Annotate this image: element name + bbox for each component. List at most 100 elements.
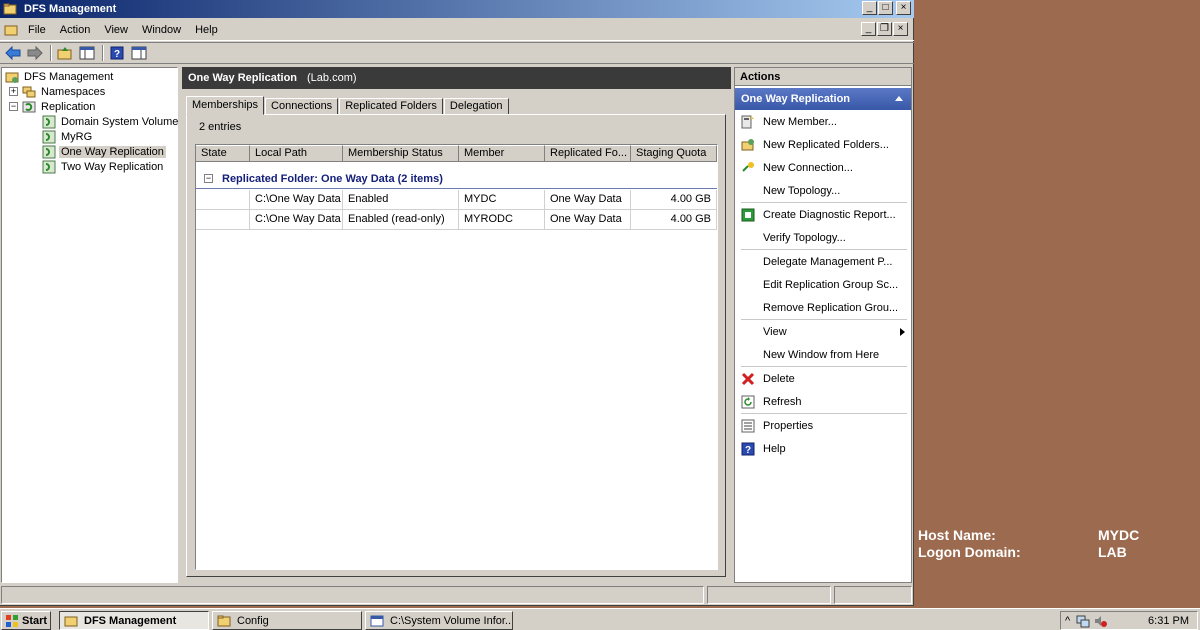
memberships-list: State Local Path Membership Status Membe…	[195, 144, 718, 570]
action-help[interactable]: ? Help	[735, 437, 911, 460]
tab-delegation[interactable]: Delegation	[443, 98, 509, 115]
column-staging-quota[interactable]: Staging Quota	[631, 145, 717, 162]
speaker-muted-icon[interactable]	[1093, 614, 1108, 628]
tree-label: Replication	[41, 100, 96, 113]
action-new-topology[interactable]: New Topology...	[735, 179, 911, 202]
menu-help[interactable]: Help	[188, 24, 225, 36]
action-label: New Connection...	[763, 161, 853, 174]
action-label: Delegate Management P...	[763, 255, 893, 268]
taskbar-item-system-volume-information[interactable]: C:\System Volume Infor...	[365, 611, 513, 630]
action-delegate-management[interactable]: Delegate Management P...	[735, 250, 911, 273]
replication-group-icon	[42, 160, 56, 173]
tree-node-myrg[interactable]: MyRG	[42, 129, 94, 144]
expand-button[interactable]: +	[9, 87, 18, 96]
action-edit-replication-group-schedule[interactable]: Edit Replication Group Sc...	[735, 273, 911, 296]
cell-local-path: C:\One Way Data	[250, 210, 343, 229]
submenu-arrow-icon	[900, 328, 905, 336]
tree-node-two-way-replication[interactable]: Two Way Replication	[42, 159, 165, 174]
help-icon: ?	[741, 442, 755, 456]
start-button[interactable]: Start	[1, 611, 51, 630]
maximize-button[interactable]: □	[878, 1, 893, 15]
blank-icon	[741, 278, 755, 292]
action-label: Verify Topology...	[763, 231, 846, 244]
replication-group-icon	[42, 145, 56, 158]
mdi-restore-button[interactable]: ❐	[877, 22, 892, 36]
tree-node-namespaces[interactable]: + Namespaces	[9, 84, 107, 99]
taskbar-item-label: C:\System Volume Infor...	[390, 614, 513, 627]
cell-membership-status: Enabled	[343, 190, 459, 209]
group-header[interactable]: − Replicated Folder: One Way Data (2 ite…	[196, 169, 717, 189]
column-member[interactable]: Member	[459, 145, 545, 162]
cell-local-path: C:\One Way Data	[250, 190, 343, 209]
taskbar-item-config[interactable]: Config	[212, 611, 362, 630]
collapse-button[interactable]: −	[9, 102, 18, 111]
mdi-minimize-button[interactable]: _	[861, 22, 876, 36]
tree-node-one-way-replication[interactable]: One Way Replication	[42, 144, 166, 159]
help-button[interactable]: ?	[107, 44, 127, 62]
menu-window[interactable]: Window	[135, 24, 188, 36]
status-panel-3	[834, 586, 912, 604]
menu-file[interactable]: File	[21, 24, 53, 36]
action-label: Remove Replication Grou...	[763, 301, 899, 314]
action-pane-icon	[131, 46, 147, 60]
dfs-management-icon	[5, 72, 19, 83]
action-properties[interactable]: Properties	[735, 414, 911, 437]
blank-icon	[741, 184, 755, 198]
list-header: State Local Path Membership Status Membe…	[196, 145, 717, 162]
tab-memberships[interactable]: Memberships	[186, 96, 265, 115]
action-remove-replication-group[interactable]: Remove Replication Grou...	[735, 296, 911, 319]
action-label: Edit Replication Group Sc...	[763, 278, 899, 291]
menu-view[interactable]: View	[97, 24, 135, 36]
actions-pane: Actions One Way Replication New Member..…	[734, 67, 912, 583]
host-name-value: MYDC	[1098, 527, 1140, 543]
toolbar: ?	[0, 42, 914, 64]
actions-section-header[interactable]: One Way Replication	[735, 88, 911, 110]
tree-node-replication[interactable]: − Replication	[9, 99, 97, 114]
show-hide-action-pane-button[interactable]	[129, 44, 149, 62]
action-new-replicated-folders[interactable]: New Replicated Folders...	[735, 133, 911, 156]
blank-icon	[741, 255, 755, 269]
group-collapse-button[interactable]: −	[204, 174, 213, 183]
mdi-close-button[interactable]: ×	[893, 22, 908, 36]
show-hide-tree-button[interactable]	[77, 44, 97, 62]
back-button[interactable]	[3, 44, 23, 62]
column-local-path[interactable]: Local Path	[250, 145, 343, 162]
action-create-diagnostic-report[interactable]: Create Diagnostic Report...	[735, 203, 911, 226]
minimize-button[interactable]: _	[862, 1, 877, 15]
tree-node-domain-system-volume[interactable]: Domain System Volume	[42, 114, 180, 129]
console-tree-icon	[79, 46, 95, 60]
folder-icon	[217, 615, 231, 626]
host-name-label: Host Name:	[918, 527, 996, 543]
close-button[interactable]: ×	[896, 1, 911, 15]
action-delete[interactable]: Delete	[735, 367, 911, 390]
table-row[interactable]: C:\One Way Data Enabled (read-only) MYRO…	[196, 210, 717, 230]
cell-member: MYDC	[459, 190, 545, 209]
table-row[interactable]: C:\One Way Data Enabled MYDC One Way Dat…	[196, 190, 717, 210]
show-hidden-icons-chevron-icon[interactable]: ^	[1065, 615, 1070, 627]
tree-label: Two Way Replication	[61, 160, 164, 173]
column-replicated-folder[interactable]: Replicated Fo...	[545, 145, 631, 162]
action-refresh[interactable]: Refresh	[735, 390, 911, 413]
action-label: Properties	[763, 419, 814, 432]
column-membership-status[interactable]: Membership Status	[343, 145, 459, 162]
forward-button[interactable]	[25, 44, 45, 62]
action-new-member[interactable]: New Member...	[735, 110, 911, 133]
mmc-document-icon[interactable]	[4, 23, 18, 37]
windows-logo-icon	[6, 614, 18, 627]
action-label: New Topology...	[763, 184, 841, 197]
column-state[interactable]: State	[196, 145, 250, 162]
action-new-connection[interactable]: New Connection...	[735, 156, 911, 179]
clock[interactable]: 6:31 PM	[1148, 615, 1189, 627]
up-one-level-button[interactable]	[55, 44, 75, 62]
action-view[interactable]: View	[735, 320, 911, 343]
tab-connections[interactable]: Connections	[265, 98, 339, 115]
tree-node-dfs-management[interactable]: DFS Management	[5, 69, 115, 84]
network-icon[interactable]	[1076, 614, 1090, 628]
logon-domain-value: LAB	[1098, 544, 1127, 560]
action-verify-topology[interactable]: Verify Topology...	[735, 226, 911, 249]
tab-replicated-folders[interactable]: Replicated Folders	[339, 98, 443, 115]
action-new-window-from-here[interactable]: New Window from Here	[735, 343, 911, 366]
taskbar-item-dfs-management[interactable]: DFS Management	[59, 611, 209, 630]
window-titlebar[interactable]: DFS Management _ □ ×	[0, 0, 914, 18]
menu-action[interactable]: Action	[53, 24, 98, 36]
